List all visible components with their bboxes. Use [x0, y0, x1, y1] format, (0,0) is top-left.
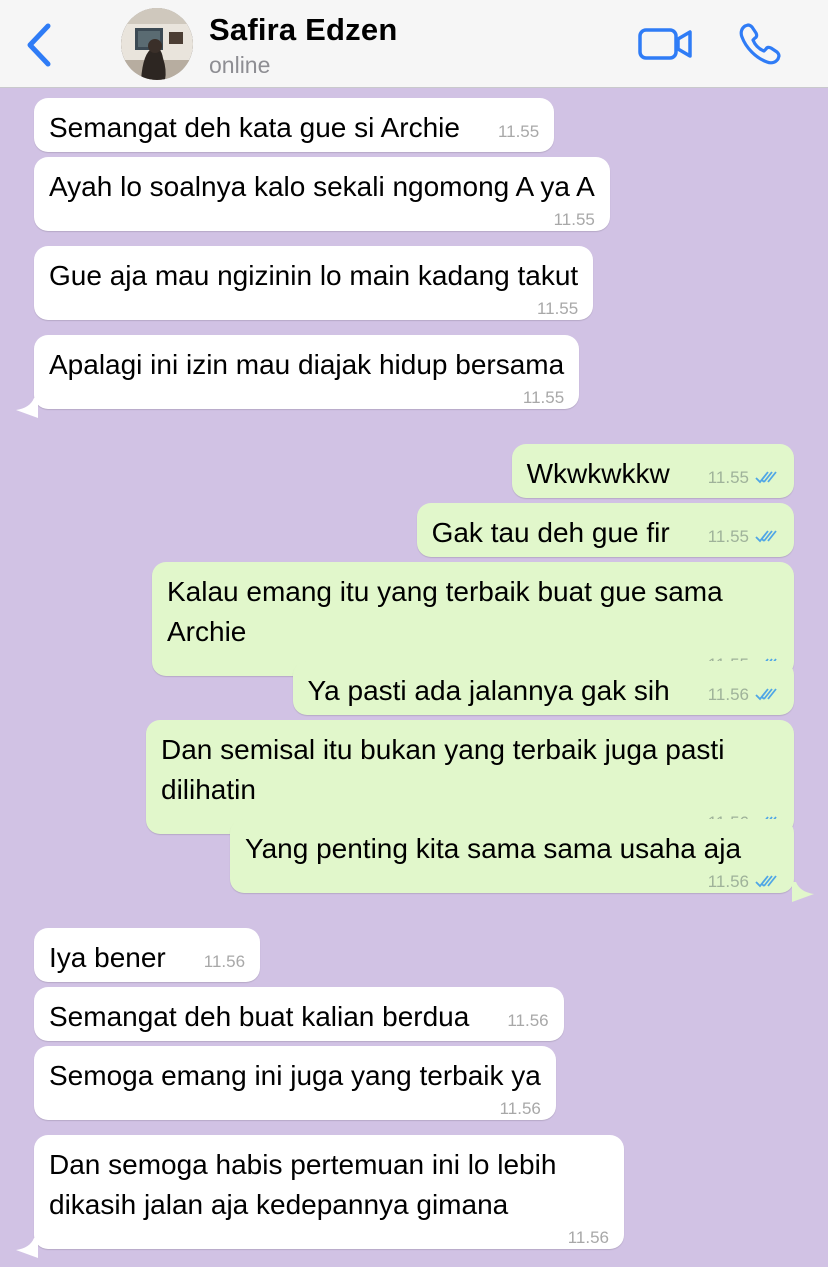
- avatar-photo: [121, 8, 193, 80]
- contact-name[interactable]: Safira Edzen: [209, 12, 397, 48]
- message-outgoing[interactable]: Yang penting kita sama sama usaha aja 11…: [230, 819, 794, 893]
- message-outgoing[interactable]: Kalau emang itu yang terbaik buat gue sa…: [152, 562, 794, 676]
- message-time: 11.55: [497, 122, 540, 141]
- video-call-icon[interactable]: [636, 22, 694, 66]
- message-incoming[interactable]: Semangat deh buat kalian berdua 11.56: [34, 987, 564, 1041]
- message-time: 11.55: [707, 527, 749, 546]
- message-incoming[interactable]: Semoga emang ini juga yang terbaik ya 11…: [34, 1046, 556, 1120]
- message-time: 11.56: [707, 872, 749, 891]
- bubble-tail: [792, 882, 814, 902]
- message-text: Apalagi ini izin mau diajak hidup bersam…: [49, 349, 565, 380]
- read-ticks-icon: [755, 875, 777, 888]
- contact-status: online: [209, 52, 271, 78]
- message-incoming[interactable]: Apalagi ini izin mau diajak hidup bersam…: [34, 335, 580, 409]
- message-meta: 11.56: [245, 871, 779, 893]
- message-time: 11.56: [203, 952, 246, 971]
- message-incoming[interactable]: Gue aja mau ngizinin lo main kadang taku…: [34, 246, 594, 320]
- message-outgoing[interactable]: Wkwkwkkw 11.55: [511, 444, 794, 498]
- message-time: 11.55: [522, 388, 565, 407]
- message-outgoing[interactable]: Dan semisal itu bukan yang terbaik juga …: [146, 720, 794, 834]
- message-text: Iya bener: [49, 942, 166, 973]
- message-meta: 11.55: [708, 458, 779, 498]
- message-text: Ayah lo soalnya kalo sekali ngomong A ya…: [49, 171, 595, 202]
- message-outgoing[interactable]: Ya pasti ada jalannya gak sih 11.56: [292, 661, 794, 715]
- message-text: Gak tau deh gue fir: [431, 517, 670, 548]
- chat-header: Safira Edzen online: [0, 0, 828, 88]
- read-ticks-icon: [755, 688, 777, 701]
- message-meta: 11.56: [708, 675, 779, 715]
- message-incoming[interactable]: Dan semoga habis pertemuan ini lo lebih …: [34, 1135, 624, 1249]
- message-text: Semoga emang ini juga yang terbaik ya: [49, 1060, 541, 1091]
- phone-call-icon[interactable]: [736, 20, 784, 68]
- message-time: 11.55: [707, 468, 749, 487]
- message-time: 11.56: [567, 1228, 609, 1247]
- message-time: 11.56: [499, 1099, 541, 1118]
- message-incoming[interactable]: Iya bener 11.56: [34, 928, 261, 982]
- message-outgoing[interactable]: Gak tau deh gue fir 11.55: [416, 503, 794, 557]
- message-text: Dan semisal itu bukan yang terbaik juga …: [161, 734, 725, 805]
- message-text: Semangat deh kata gue si Archie: [49, 112, 460, 143]
- message-text: Gue aja mau ngizinin lo main kadang taku…: [49, 260, 579, 291]
- message-time: 11.56: [507, 1011, 549, 1030]
- read-ticks-icon: [755, 471, 777, 484]
- message-time: 11.55: [553, 210, 595, 229]
- message-text: Semangat deh buat kalian berdua: [49, 1001, 470, 1032]
- bubble-tail: [16, 398, 38, 418]
- message-text: Wkwkwkkw: [526, 458, 670, 489]
- message-incoming[interactable]: Ayah lo soalnya kalo sekali ngomong A ya…: [34, 157, 610, 231]
- message-text: Yang penting kita sama sama usaha aja: [245, 833, 742, 864]
- message-text: Kalau emang itu yang terbaik buat gue sa…: [167, 576, 723, 647]
- message-meta: 11.55: [708, 517, 779, 557]
- message-time: 11.56: [707, 685, 749, 704]
- back-chevron-icon[interactable]: [18, 18, 62, 72]
- read-ticks-icon: [755, 530, 777, 543]
- message-time: 11.55: [536, 299, 579, 318]
- message-incoming[interactable]: Semangat deh kata gue si Archie 11.55: [34, 98, 555, 152]
- message-text: Ya pasti ada jalannya gak sih: [307, 675, 670, 706]
- contact-avatar[interactable]: [121, 8, 193, 80]
- bubble-tail: [16, 1238, 38, 1258]
- message-text: Dan semoga habis pertemuan ini lo lebih …: [49, 1149, 557, 1220]
